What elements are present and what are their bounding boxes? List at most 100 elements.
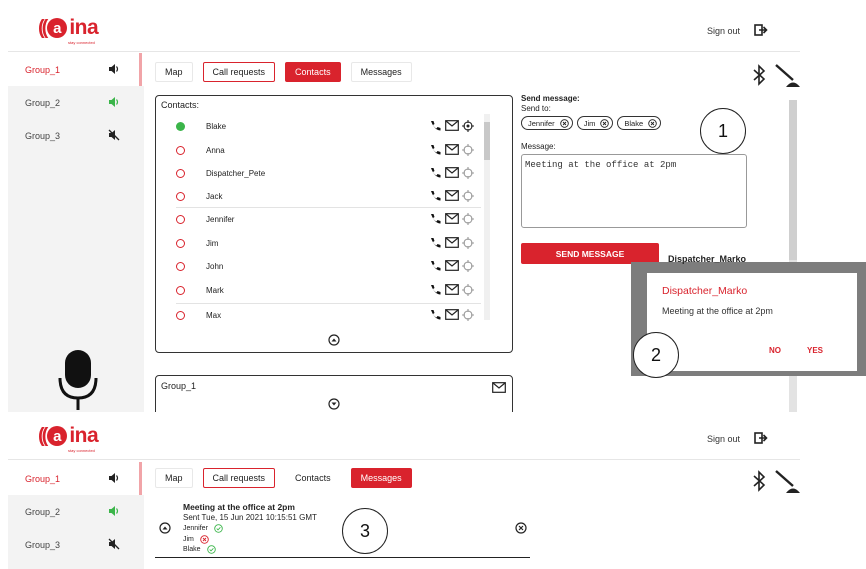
bluetooth-icon[interactable] xyxy=(752,470,766,492)
envelope-icon[interactable] xyxy=(445,167,459,178)
envelope-icon[interactable] xyxy=(445,144,459,155)
check-circle-icon xyxy=(214,524,223,533)
contact-row[interactable]: Max xyxy=(176,305,476,325)
locate-icon[interactable] xyxy=(462,309,474,321)
tab-map[interactable]: Map xyxy=(155,62,193,82)
locate-icon[interactable] xyxy=(462,284,474,296)
close-icon[interactable] xyxy=(515,522,527,534)
locate-icon[interactable] xyxy=(462,237,474,249)
scroll-up-icon[interactable] xyxy=(328,334,340,346)
locate-icon[interactable] xyxy=(462,144,474,156)
expand-down-icon[interactable] xyxy=(328,398,340,410)
remove-icon[interactable] xyxy=(600,118,610,128)
envelope-icon[interactable] xyxy=(445,309,459,320)
group-messages-box: Group_1 xyxy=(155,375,513,412)
sign-out-link[interactable]: Sign out xyxy=(707,434,740,444)
contact-row[interactable]: John xyxy=(176,256,476,276)
behind-contact-name: Dispatcher_Marko xyxy=(668,254,747,264)
contact-row[interactable]: Jim xyxy=(176,233,476,253)
yes-button[interactable]: YES xyxy=(807,346,823,355)
envelope-icon[interactable] xyxy=(445,260,459,271)
sidebar-item-group-2[interactable]: Group_2 xyxy=(8,495,144,528)
contact-name: Mark xyxy=(206,285,224,295)
no-button[interactable]: NO xyxy=(769,346,781,355)
offline-status-icon xyxy=(176,238,185,248)
locate-icon[interactable] xyxy=(462,120,474,132)
dialog-text: Meeting at the office at 2pm xyxy=(662,306,773,316)
contact-row[interactable]: Mark xyxy=(176,280,476,300)
message-entry: Meeting at the office at 2pm Sent Tue, 1… xyxy=(155,500,530,558)
recipient-status: Blake xyxy=(183,545,216,554)
recipient-chip: Jim xyxy=(576,116,614,130)
envelope-icon[interactable] xyxy=(445,190,459,201)
tab-contacts[interactable]: Contacts xyxy=(285,62,341,82)
contact-row[interactable]: Blake xyxy=(176,116,476,136)
contact-row[interactable]: Anna xyxy=(176,140,476,160)
offline-status-icon xyxy=(176,145,185,155)
online-status-icon xyxy=(176,121,185,131)
phone-icon[interactable] xyxy=(429,237,442,249)
remove-icon[interactable] xyxy=(559,118,569,128)
locate-icon[interactable] xyxy=(462,213,474,225)
contact-name: Jennifer xyxy=(206,214,235,224)
locate-icon[interactable] xyxy=(462,167,474,179)
contact-row[interactable]: Dispatcher_Pete xyxy=(176,163,476,183)
failed-circle-icon xyxy=(200,535,209,544)
phone-icon[interactable] xyxy=(429,284,442,296)
tab-messages[interactable]: Messages xyxy=(350,62,412,82)
bluetooth-icon[interactable] xyxy=(752,64,766,86)
contacts-scrollbar[interactable] xyxy=(484,114,490,320)
message-textarea[interactable]: Meeting at the office at 2pm xyxy=(521,154,747,228)
sign-out-link[interactable]: Sign out xyxy=(707,26,740,36)
volume-green-icon[interactable] xyxy=(108,505,120,517)
phone-icon[interactable] xyxy=(429,260,442,272)
tab-call-requests[interactable]: Call requests xyxy=(202,62,276,82)
envelope-icon[interactable] xyxy=(492,382,506,393)
sidebar-item-group-3[interactable]: Group_3 xyxy=(8,119,144,152)
contact-row[interactable]: Jennifer xyxy=(176,209,476,229)
contact-row[interactable]: Jack xyxy=(176,186,476,206)
sidebar-item-group-2[interactable]: Group_2 xyxy=(8,86,144,119)
envelope-icon[interactable] xyxy=(445,237,459,248)
callout-2: 2 xyxy=(633,332,679,378)
phone-icon[interactable] xyxy=(429,309,442,321)
tab-contacts[interactable]: Contacts xyxy=(285,468,341,488)
phone-icon[interactable] xyxy=(429,167,442,179)
offline-status-icon xyxy=(176,261,185,271)
sidebar-item-group-1[interactable]: Group_1 xyxy=(8,53,144,86)
phone-icon[interactable] xyxy=(429,190,442,202)
collapse-icon[interactable] xyxy=(159,522,171,534)
contact-name: Max xyxy=(206,310,222,320)
phone-icon[interactable] xyxy=(429,213,442,225)
callout-3: 3 xyxy=(342,508,388,554)
sidebar-item-group-3[interactable]: Group_3 xyxy=(8,528,144,561)
message-title: Meeting at the office at 2pm xyxy=(183,502,295,512)
ptt-device-icon[interactable] xyxy=(773,62,800,90)
offline-status-icon xyxy=(176,168,185,178)
group-sidebar: Group_1 Group_2 Group_3 xyxy=(8,462,144,569)
tab-map[interactable]: Map xyxy=(155,468,193,488)
volume-icon[interactable] xyxy=(108,472,120,484)
sidebar-item-group-1[interactable]: Group_1 xyxy=(8,462,144,495)
volume-muted-icon[interactable] xyxy=(108,129,120,141)
locate-icon[interactable] xyxy=(462,260,474,272)
phone-icon[interactable] xyxy=(429,120,442,132)
locate-icon[interactable] xyxy=(462,190,474,202)
ptt-device-icon[interactable] xyxy=(773,468,800,496)
envelope-icon[interactable] xyxy=(445,284,459,295)
sign-out-icon[interactable] xyxy=(754,432,768,444)
phone-icon[interactable] xyxy=(429,144,442,156)
volume-icon[interactable] xyxy=(108,63,120,75)
recipient-chip: Jennifer xyxy=(521,116,573,130)
dialog-title: Dispatcher_Marko xyxy=(662,285,748,297)
remove-icon[interactable] xyxy=(648,118,657,128)
tab-messages[interactable]: Messages xyxy=(350,468,412,488)
microphone-icon[interactable] xyxy=(58,348,98,412)
send-message-button[interactable]: SEND MESSAGE xyxy=(521,243,659,264)
volume-green-icon[interactable] xyxy=(108,96,120,108)
sign-out-icon[interactable] xyxy=(754,24,768,36)
tab-call-requests[interactable]: Call requests xyxy=(202,468,276,488)
volume-muted-icon[interactable] xyxy=(108,538,120,550)
envelope-icon[interactable] xyxy=(445,120,459,131)
envelope-icon[interactable] xyxy=(445,213,459,224)
